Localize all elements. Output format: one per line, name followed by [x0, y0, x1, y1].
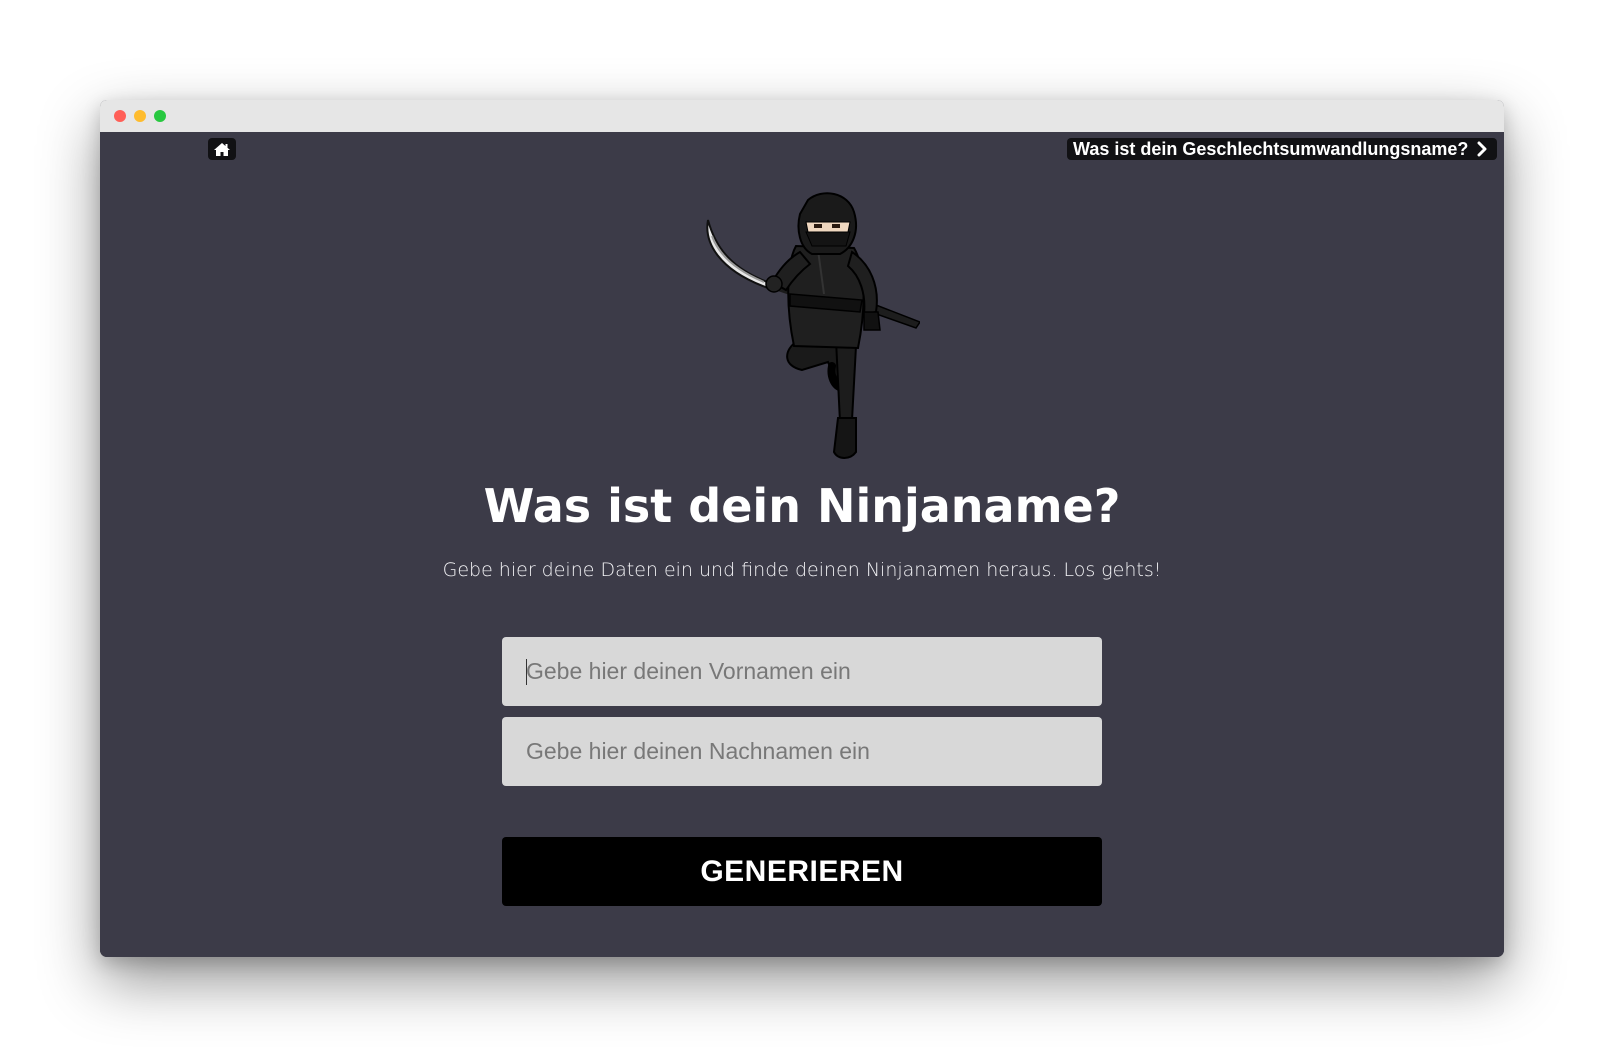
text-caret — [526, 659, 527, 685]
page-content: Was ist dein Geschlechtsumwandlungsname? — [100, 132, 1504, 957]
window-titlebar — [100, 100, 1504, 132]
page-subtitle: Gebe hier deine Daten ein und finde dein… — [442, 559, 1162, 581]
window-maximize-button[interactable] — [154, 110, 166, 122]
last-name-input[interactable] — [502, 717, 1102, 786]
home-button[interactable] — [208, 138, 236, 160]
home-icon — [213, 142, 231, 157]
window-minimize-button[interactable] — [134, 110, 146, 122]
gender-swap-name-link[interactable]: Was ist dein Geschlechtsumwandlungsname? — [1067, 138, 1497, 160]
browser-window: Was ist dein Geschlechtsumwandlungsname? — [100, 100, 1504, 957]
next-link-label: Was ist dein Geschlechtsumwandlungsname? — [1073, 139, 1469, 159]
chevron-right-icon — [1476, 141, 1488, 157]
generate-button[interactable]: GENERIEREN — [502, 837, 1102, 906]
ninja-illustration — [690, 190, 922, 466]
window-close-button[interactable] — [114, 110, 126, 122]
page-title: Was ist dein Ninjaname? — [483, 479, 1121, 533]
first-name-input[interactable] — [502, 637, 1102, 706]
